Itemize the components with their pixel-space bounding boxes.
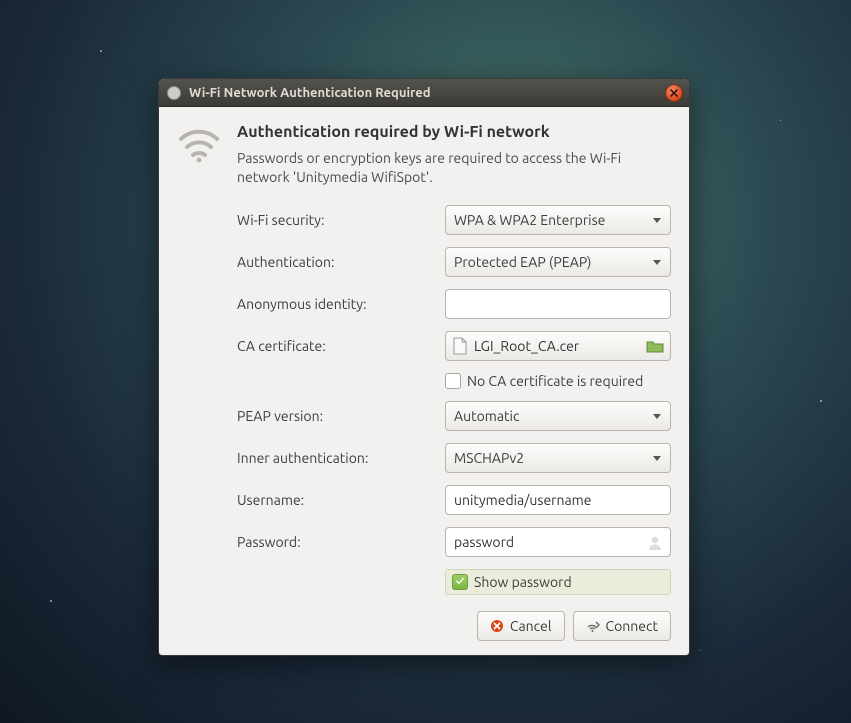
wifi-security-label: Wi-Fi security: [237, 212, 429, 228]
authentication-value: Protected EAP (PEAP) [454, 254, 591, 270]
titlebar[interactable]: Wi-Fi Network Authentication Required [159, 79, 689, 107]
username-input[interactable] [454, 492, 662, 508]
connect-button-label: Connect [606, 618, 659, 634]
peap-version-label: PEAP version: [237, 408, 429, 424]
anonymous-identity-input[interactable] [454, 296, 662, 312]
wifi-security-combo[interactable]: WPA & WPA2 Enterprise [445, 205, 671, 235]
connect-button[interactable]: Connect [573, 611, 672, 641]
close-button[interactable] [665, 84, 683, 102]
authentication-combo[interactable]: Protected EAP (PEAP) [445, 247, 671, 277]
password-input-wrap [445, 527, 671, 557]
peap-version-combo[interactable]: Automatic [445, 401, 671, 431]
no-ca-required-row: No CA certificate is required [445, 373, 671, 389]
cancel-button-label: Cancel [510, 618, 552, 634]
show-password-label: Show password [474, 574, 572, 590]
inner-auth-label: Inner authentication: [237, 450, 429, 466]
no-ca-required-label: No CA certificate is required [467, 373, 643, 389]
show-password-row: Show password [445, 569, 671, 595]
dialog-description: Passwords or encryption keys are require… [237, 149, 671, 187]
connect-icon [586, 619, 600, 633]
inner-auth-value: MSCHAPv2 [454, 450, 524, 466]
cancel-button[interactable]: Cancel [477, 611, 565, 641]
titlebar-app-icon [167, 86, 181, 100]
ca-certificate-chooser[interactable]: LGI_Root_CA.cer [445, 331, 671, 361]
no-ca-required-checkbox[interactable] [445, 373, 461, 389]
password-label: Password: [237, 534, 429, 550]
dialog-heading: Authentication required by Wi-Fi network [237, 123, 671, 141]
anonymous-identity-label: Anonymous identity: [237, 296, 429, 312]
show-password-checkbox[interactable] [452, 574, 468, 590]
close-icon [670, 89, 678, 97]
username-label: Username: [237, 492, 429, 508]
ca-certificate-label: CA certificate: [237, 338, 429, 354]
wifi-icon [177, 123, 221, 641]
document-icon [452, 337, 468, 355]
password-input[interactable] [454, 534, 662, 550]
user-key-icon [646, 534, 664, 552]
anonymous-identity-input-wrap [445, 289, 671, 319]
inner-auth-combo[interactable]: MSCHAPv2 [445, 443, 671, 473]
folder-open-icon [646, 339, 664, 353]
cancel-icon [490, 619, 504, 633]
window-title: Wi-Fi Network Authentication Required [189, 86, 431, 100]
ca-certificate-filename: LGI_Root_CA.cer [474, 338, 640, 354]
username-input-wrap [445, 485, 671, 515]
authentication-label: Authentication: [237, 254, 429, 270]
wifi-security-value: WPA & WPA2 Enterprise [454, 212, 605, 228]
auth-dialog-window: Wi-Fi Network Authentication Required Au… [158, 78, 690, 656]
peap-version-value: Automatic [454, 408, 519, 424]
